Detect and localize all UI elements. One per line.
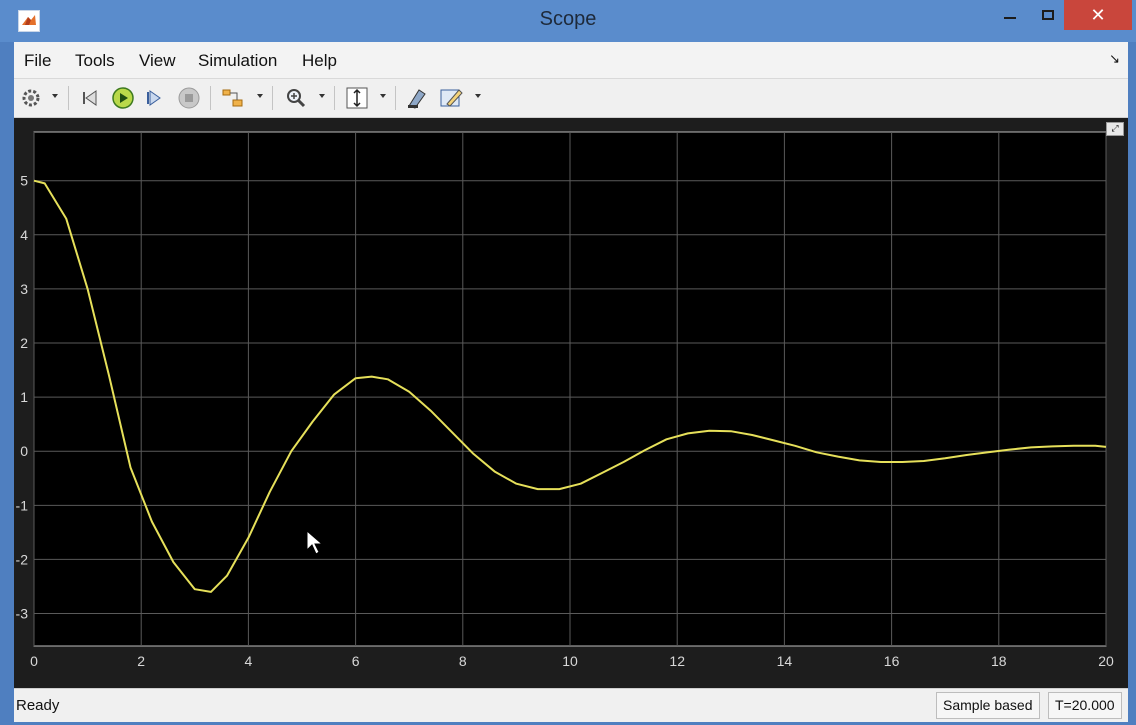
style-dropdown-icon[interactable] xyxy=(475,94,481,98)
scope-plot[interactable]: 0 2 4 6 8 10 12 14 16 18 20-3-2-1012345 xyxy=(14,118,1128,688)
autoscale-icon[interactable] xyxy=(344,85,370,111)
title-bar[interactable]: Scope ✕ xyxy=(0,0,1136,42)
minimize-icon xyxy=(1004,17,1016,19)
y-tick-label: -1 xyxy=(16,497,29,513)
y-tick-label: 1 xyxy=(20,389,28,405)
zoom-dropdown-icon[interactable] xyxy=(319,94,325,98)
y-tick-label: -3 xyxy=(16,606,29,622)
stop-icon[interactable] xyxy=(177,85,201,111)
restore-view-icon[interactable] xyxy=(404,85,430,111)
minimize-button[interactable] xyxy=(990,0,1030,30)
x-tick-label: 8 xyxy=(459,653,467,669)
x-tick-label: 2 xyxy=(137,653,145,669)
x-tick-label: 14 xyxy=(777,653,793,669)
menu-view[interactable]: View xyxy=(139,51,176,71)
y-tick-label: -2 xyxy=(16,551,29,567)
x-tick-label: 16 xyxy=(884,653,900,669)
status-ready: Ready xyxy=(16,697,60,714)
settings-dropdown-icon[interactable] xyxy=(52,94,58,98)
toolbar-separator xyxy=(395,86,396,110)
plot-area[interactable]: 0 2 4 6 8 10 12 14 16 18 20 -3 -2 -1 0 1 2 3 4 5 ⤢ xyxy=(14,118,1128,688)
status-time: T=20.000 xyxy=(1048,692,1122,719)
highlight-simulink-block-icon[interactable] xyxy=(221,85,247,111)
axes-maximize-icon[interactable]: ⤢ xyxy=(1106,122,1124,136)
toolbar-separator xyxy=(68,86,69,110)
mouse-cursor-icon xyxy=(306,530,324,555)
x-tick-label: 10 xyxy=(562,653,578,669)
maximize-icon xyxy=(1042,10,1054,20)
menu-bar: File Tools View Simulation Help ↘ xyxy=(14,42,1128,79)
close-icon: ✕ xyxy=(1090,4,1106,26)
x-tick-label: 18 xyxy=(991,653,1007,669)
window-title: Scope xyxy=(539,8,597,30)
menu-tools[interactable]: Tools xyxy=(75,51,115,71)
x-tick-label: 4 xyxy=(245,653,253,669)
y-tick-label: 3 xyxy=(20,281,28,297)
step-forward-icon[interactable] xyxy=(144,85,166,111)
x-tick-label: 0 xyxy=(30,653,38,669)
toolbar-separator xyxy=(210,86,211,110)
undock-icon[interactable]: ↘ xyxy=(1109,52,1120,67)
maximize-button[interactable] xyxy=(1028,0,1068,30)
x-tick-label: 6 xyxy=(352,653,360,669)
y-tick-label: 5 xyxy=(20,173,28,189)
autoscale-dropdown-icon[interactable] xyxy=(380,94,386,98)
run-icon[interactable] xyxy=(111,85,135,111)
menu-simulation[interactable]: Simulation xyxy=(198,51,277,71)
status-bar: Ready Sample based T=20.000 xyxy=(14,688,1128,722)
toolbar xyxy=(14,79,1128,118)
x-tick-label: 20 xyxy=(1098,653,1114,669)
y-tick-label: 2 xyxy=(20,335,28,351)
close-button[interactable]: ✕ xyxy=(1064,0,1132,30)
y-tick-label: 0 xyxy=(20,443,28,459)
style-icon[interactable] xyxy=(439,85,465,111)
menu-help[interactable]: Help xyxy=(302,51,337,71)
toolbar-separator xyxy=(272,86,273,110)
step-back-icon[interactable] xyxy=(80,85,102,111)
toolbar-separator xyxy=(334,86,335,110)
highlight-dropdown-icon[interactable] xyxy=(257,94,263,98)
settings-icon[interactable] xyxy=(20,85,42,111)
x-tick-label: 12 xyxy=(669,653,685,669)
status-sample-mode: Sample based xyxy=(936,692,1040,719)
scope-window: Scope ✕ File Tools View Simulation Help … xyxy=(0,0,1136,725)
zoom-in-icon[interactable] xyxy=(284,85,308,111)
menu-file[interactable]: File xyxy=(24,51,51,71)
y-tick-label: 4 xyxy=(20,227,28,243)
